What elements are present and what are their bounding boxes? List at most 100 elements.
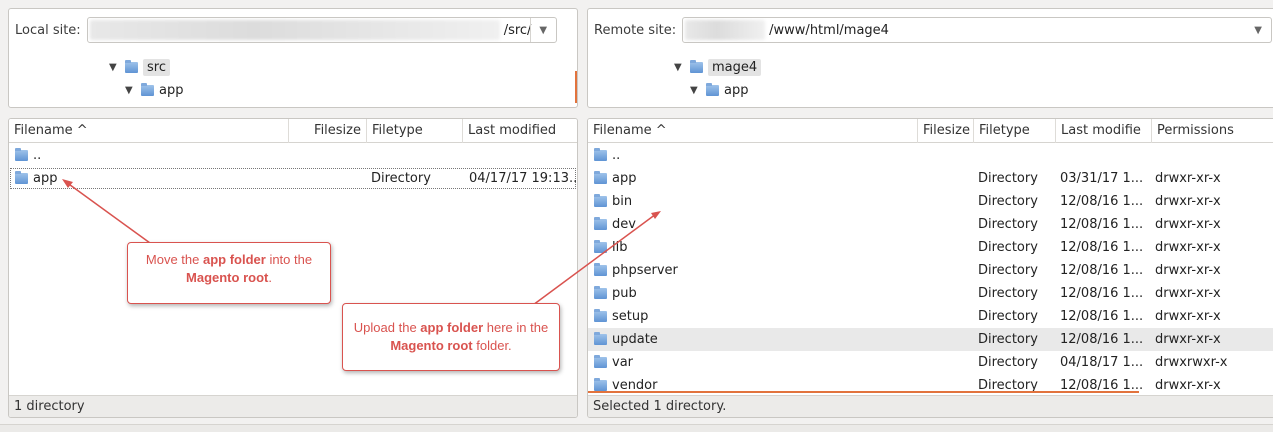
bottom-splitter[interactable] xyxy=(0,424,1273,432)
tree-item-label: app xyxy=(159,82,184,98)
modified-cell: 04/18/17 1... xyxy=(1060,355,1144,370)
filename-cell: .. xyxy=(594,144,914,167)
col-filename[interactable]: Filename ^ xyxy=(9,119,289,143)
permissions-cell: drwxr-xr-x xyxy=(1155,332,1221,347)
filename-cell: phpserver xyxy=(594,259,914,282)
modified-cell: 04/17/17 19:13.. xyxy=(469,171,577,186)
local-site-combo[interactable]: /src/ ▼ xyxy=(86,17,557,43)
filetype-cell: Directory xyxy=(978,309,1038,324)
remote-status-bar: Selected 1 directory. xyxy=(588,395,1273,417)
filename-text: .. xyxy=(33,148,42,163)
col-filesize[interactable]: Filesize xyxy=(918,119,974,143)
filetype-cell: Directory xyxy=(371,171,431,186)
folder-icon xyxy=(594,171,607,184)
table-row[interactable]: pub Directory 12/08/16 1... drwxr-xr-x xyxy=(588,282,1273,305)
table-row[interactable]: app Directory 04/17/17 19:13.. xyxy=(9,167,577,190)
local-tree-panel: Local site: /src/ ▼ ▼ src ▼ app xyxy=(8,8,578,108)
table-row[interactable]: phpserver Directory 12/08/16 1... drwxr-xr-… xyxy=(588,259,1273,282)
filename-text: pub xyxy=(612,286,637,301)
filetype-cell: Directory xyxy=(978,240,1038,255)
filename-cell: app xyxy=(15,167,285,190)
col-last-modified[interactable]: Last modifie xyxy=(1056,119,1152,143)
modified-cell: 12/08/16 1... xyxy=(1060,286,1144,301)
folder-icon xyxy=(706,82,719,96)
filetype-cell: Directory xyxy=(978,217,1038,232)
remote-site-label: Remote site: xyxy=(594,22,677,38)
permissions-cell: drwxr-xr-x xyxy=(1155,171,1221,186)
filename-cell: lib xyxy=(594,236,914,259)
filename-text: dev xyxy=(612,217,636,232)
table-row[interactable]: lib Directory 12/08/16 1... drwxr-xr-x xyxy=(588,236,1273,259)
filetype-cell: Directory xyxy=(978,355,1038,370)
folder-icon xyxy=(594,378,607,391)
permissions-cell: drwxr-xr-x xyxy=(1155,194,1221,209)
modified-cell xyxy=(1060,144,1152,167)
col-filename[interactable]: Filename ^ xyxy=(588,119,918,143)
filename-text: phpserver xyxy=(612,263,678,278)
callout-text: into the xyxy=(265,252,313,267)
col-last-modified[interactable]: Last modified xyxy=(463,119,577,143)
permissions-cell: drwxr-xr-x xyxy=(1155,240,1221,255)
filetype-cell: Directory xyxy=(978,332,1038,347)
col-permissions[interactable]: Permissions xyxy=(1152,119,1273,143)
table-row[interactable]: var Directory 04/18/17 1... drwxrwxr-x xyxy=(588,351,1273,374)
tree-item-label: app xyxy=(724,82,749,98)
filename-cell: app xyxy=(594,167,914,190)
expand-triangle-icon[interactable]: ▼ xyxy=(109,62,125,73)
remote-site-combo[interactable]: /www/html/mage4 ▼ xyxy=(682,17,1273,43)
table-row[interactable]: update Directory 12/08/16 1... drwxr-xr-x xyxy=(588,328,1273,351)
filename-cell: dev xyxy=(594,213,914,236)
folder-icon xyxy=(594,240,607,253)
filename-text: setup xyxy=(612,309,649,324)
filename-cell: pub xyxy=(594,282,914,305)
blurred-host xyxy=(685,20,766,40)
folder-icon xyxy=(594,217,607,230)
modified-cell: 03/31/17 1... xyxy=(1060,171,1144,186)
folder-icon xyxy=(594,332,607,345)
chevron-down-icon[interactable]: ▼ xyxy=(529,18,556,42)
table-row[interactable]: setup Directory 12/08/16 1... drwxr-xr-x xyxy=(588,305,1273,328)
callout-text: folder. xyxy=(472,338,512,353)
local-column-header: Filename ^ Filesize Filetype Last modifi… xyxy=(9,119,577,143)
table-row[interactable]: app Directory 03/31/17 1... drwxr-xr-x xyxy=(588,167,1273,190)
remote-file-list: Filename ^ Filesize Filetype Last modifi… xyxy=(587,118,1273,418)
folder-icon xyxy=(594,263,607,276)
filetype-cell: Directory xyxy=(978,171,1038,186)
folder-icon xyxy=(594,309,607,322)
filename-cell: update xyxy=(594,328,914,351)
modified-cell: 12/08/16 1... xyxy=(1060,332,1144,347)
filename-cell: bin xyxy=(594,190,914,213)
modified-cell: 12/08/16 1... xyxy=(1060,240,1144,255)
table-row[interactable]: dev Directory 12/08/16 1... drwxr-xr-x xyxy=(588,213,1273,236)
chevron-down-icon[interactable]: ▼ xyxy=(1245,18,1271,42)
folder-icon xyxy=(125,59,138,73)
expand-triangle-icon[interactable]: ▼ xyxy=(674,62,690,73)
col-filesize[interactable]: Filesize xyxy=(289,119,367,143)
table-row[interactable]: .. xyxy=(9,144,577,167)
filename-cell: vendor xyxy=(594,374,914,397)
local-status-bar: 1 directory xyxy=(9,395,577,417)
filename-text: update xyxy=(612,332,658,347)
modified-cell: 12/08/16 1... xyxy=(1060,309,1144,324)
col-filetype[interactable]: Filetype xyxy=(974,119,1056,143)
filetype-cell: Directory xyxy=(978,194,1038,209)
col-filetype[interactable]: Filetype xyxy=(367,119,463,143)
callout-text: here in the xyxy=(483,320,549,335)
table-row[interactable]: bin Directory 12/08/16 1... drwxr-xr-x xyxy=(588,190,1273,213)
callout-upload: Upload the app folder here in the Magent… xyxy=(342,303,560,371)
remote-tree-item-app[interactable]: ▼ app xyxy=(690,80,748,100)
filename-text: app xyxy=(612,171,637,186)
callout-move: Move the app folder into the Magento roo… xyxy=(127,242,331,304)
permissions-cell: drwxr-xr-x xyxy=(1155,263,1221,278)
remote-tree-item-mage4[interactable]: ▼ mage4 xyxy=(674,57,762,77)
expand-triangle-icon[interactable]: ▼ xyxy=(690,85,706,96)
table-row[interactable]: .. xyxy=(588,144,1273,167)
filename-cell: setup xyxy=(594,305,914,328)
table-row[interactable]: vendor Directory 12/08/16 1... drwxr-xr-x xyxy=(588,374,1273,397)
local-tree-item-src[interactable]: ▼ src xyxy=(109,57,170,77)
local-tree-item-app[interactable]: ▼ app xyxy=(125,80,183,100)
expand-triangle-icon[interactable]: ▼ xyxy=(125,85,141,96)
permissions-cell: drwxrwxr-x xyxy=(1155,355,1228,370)
callout-text: Upload the xyxy=(353,320,421,335)
filename-text: bin xyxy=(612,194,633,209)
